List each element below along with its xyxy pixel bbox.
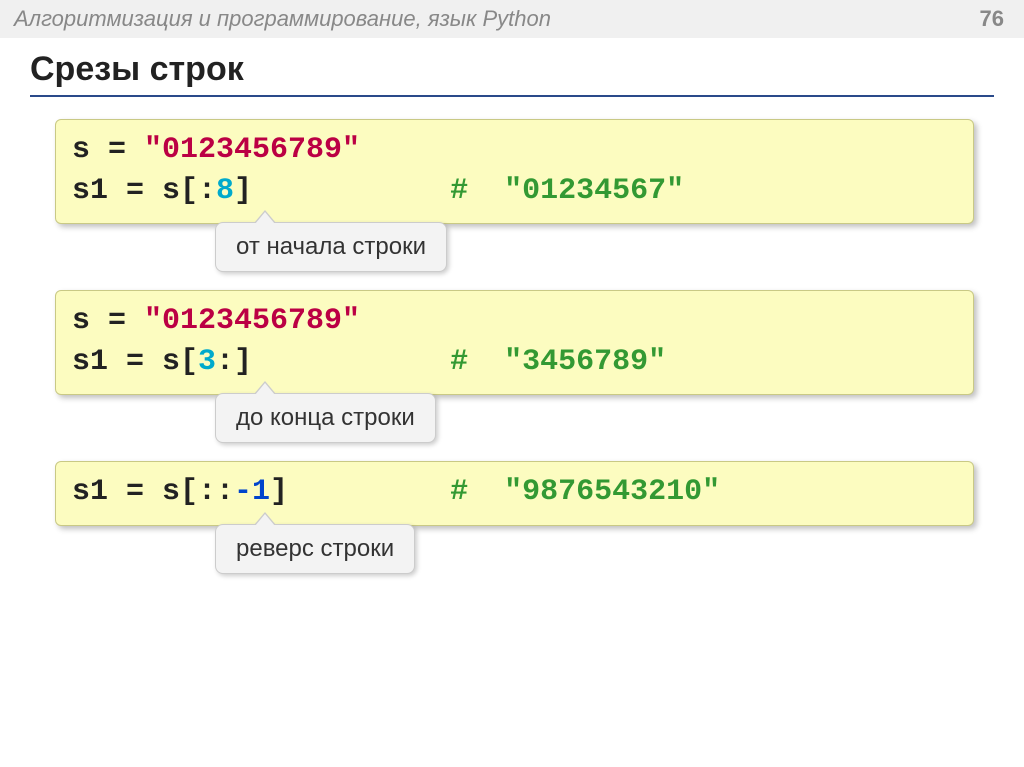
code-block-1: s = "0123456789" s1 = s[:8] # "01234567" [55,119,974,224]
code-block-3: s1 = s[::-1] # "9876543210" [55,461,974,526]
code-line: s1 = s[3:] # "3456789" [72,342,957,383]
page-number: 76 [980,6,1004,32]
callout-wrap: реверс строки [55,524,974,574]
code-line: s1 = s[:8] # "01234567" [72,171,957,212]
title-rule [30,95,994,97]
title-section: Срезы строк [0,38,1024,107]
content: s = "0123456789" s1 = s[:8] # "01234567"… [0,107,1024,574]
callout-from-start: от начала строки [215,222,447,272]
callout-wrap: до конца строки [55,393,974,443]
callout-to-end: до конца строки [215,393,436,443]
code-line: s1 = s[::-1] # "9876543210" [72,472,957,513]
code-line: s = "0123456789" [72,301,957,342]
breadcrumb: Алгоритмизация и программирование, язык … [14,6,551,32]
callout-wrap: от начала строки [55,222,974,272]
page-title: Срезы строк [30,50,994,95]
code-block-2: s = "0123456789" s1 = s[3:] # "3456789" [55,290,974,395]
header-bar: Алгоритмизация и программирование, язык … [0,0,1024,38]
code-line: s = "0123456789" [72,130,957,171]
callout-reverse: реверс строки [215,524,415,574]
